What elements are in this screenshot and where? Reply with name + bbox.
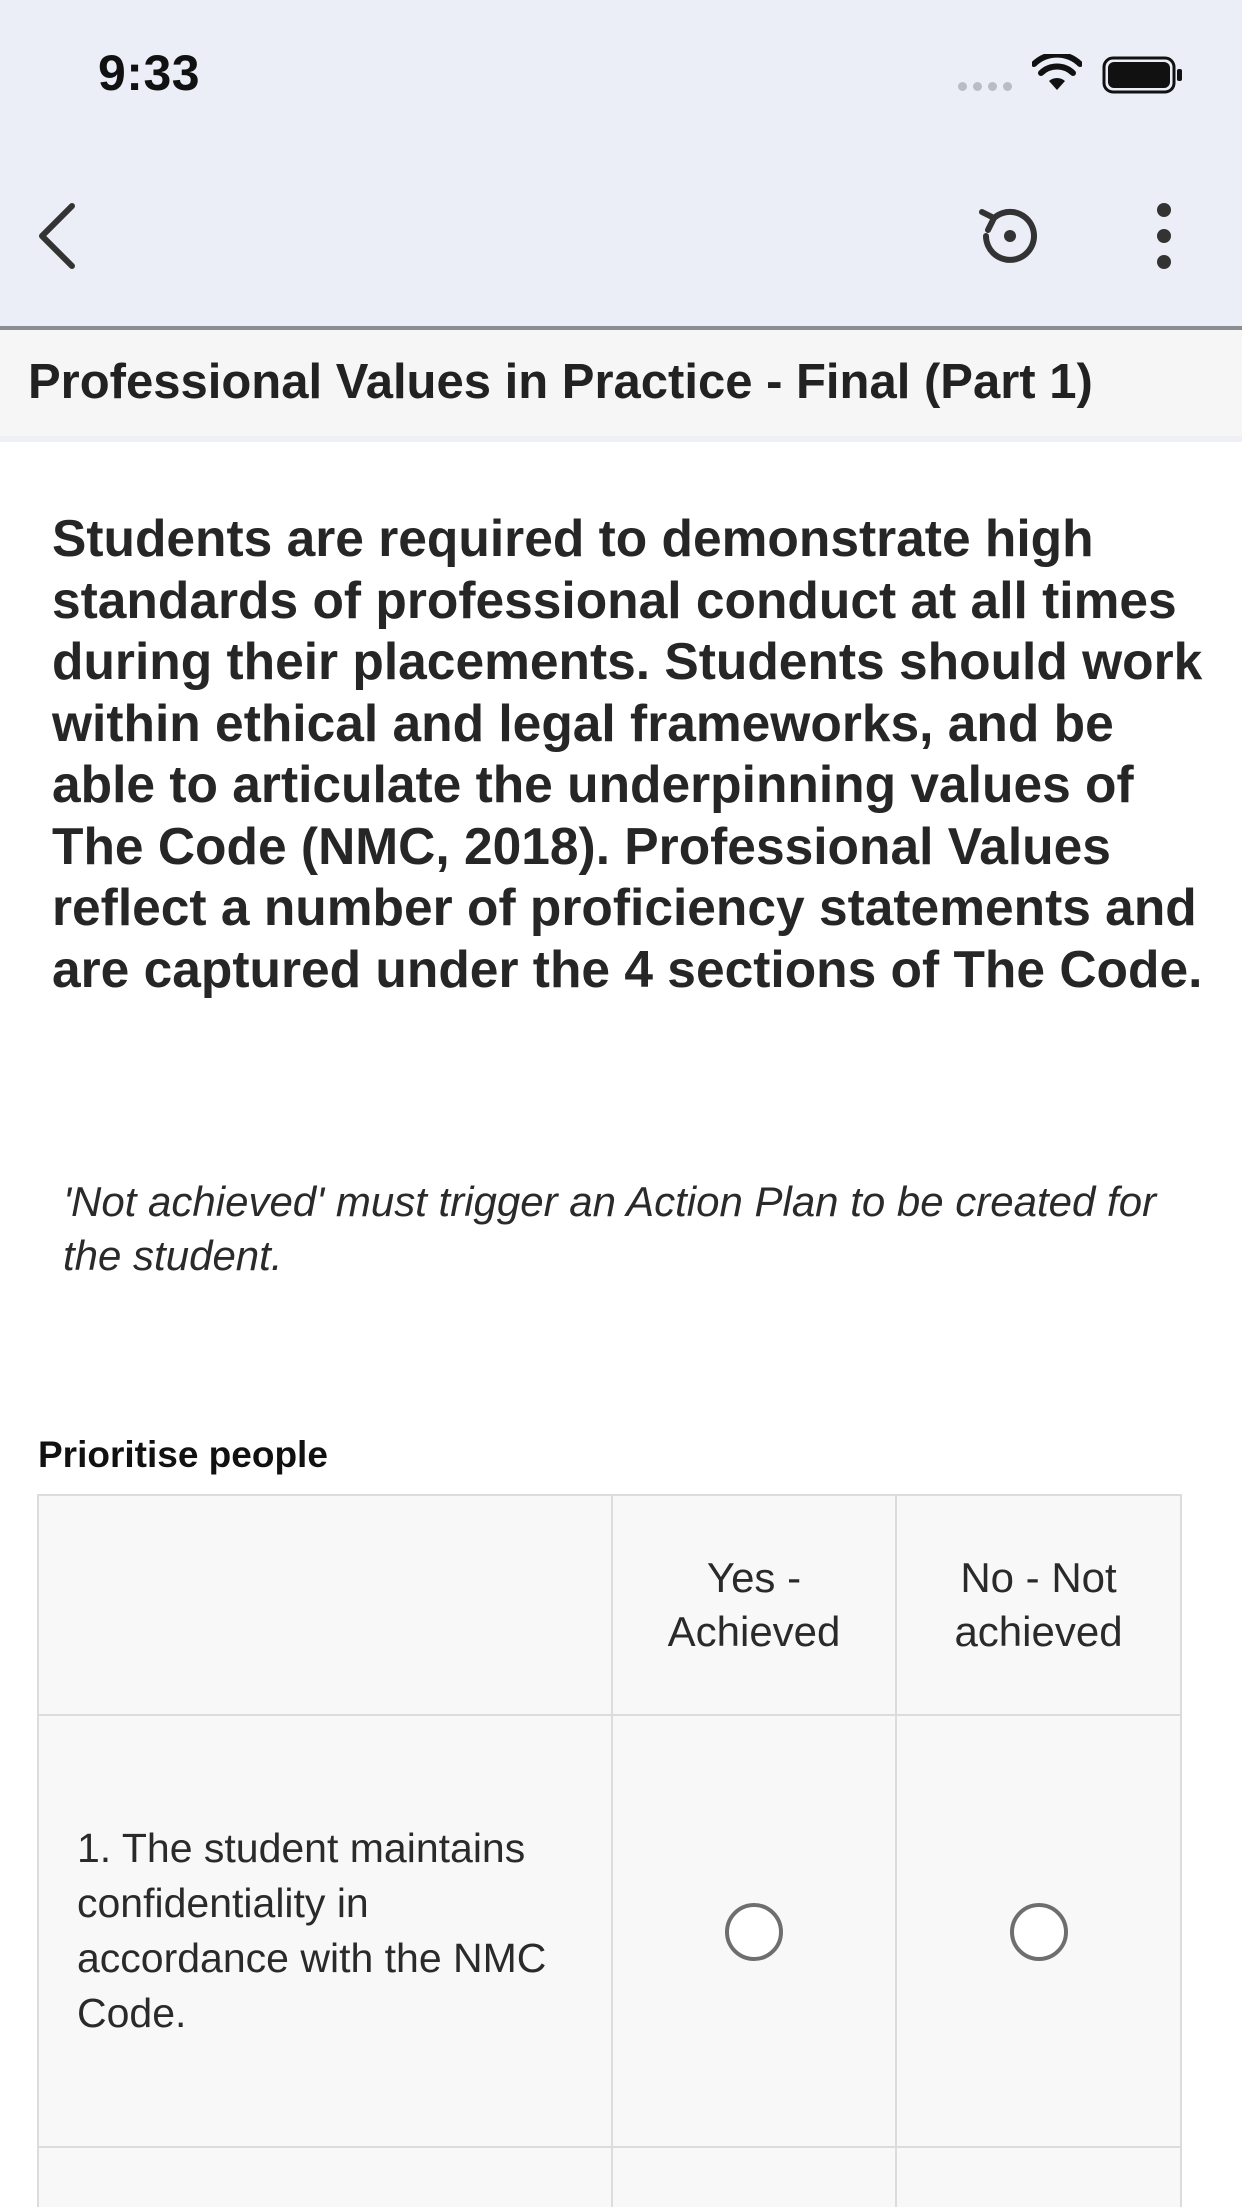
action-plan-note: 'Not achieved' must trigger an Action Pl…	[63, 1178, 1157, 1279]
no-cell	[895, 1714, 1182, 2148]
yes-cell	[611, 1714, 897, 2148]
statement-text: 1. The student maintains confidentiality…	[37, 1714, 613, 2148]
section-title: Professional Values in Practice - Final …	[28, 355, 1093, 409]
group-label: Prioritise people	[38, 1434, 328, 1475]
assessment-table: Yes - Achieved No - Not achieved 1. The …	[37, 1494, 1182, 2207]
battery-icon	[1102, 56, 1182, 94]
next-yes-cell	[611, 2146, 897, 2207]
more-vert-icon[interactable]	[1136, 200, 1192, 272]
next-no-cell	[895, 2146, 1182, 2207]
column-header-yes: Yes - Achieved	[611, 1494, 897, 1716]
screen: 9:33 Professional Values in Practice - F…	[0, 0, 1242, 2208]
status-time: 9:33	[98, 45, 201, 101]
header-empty-cell	[37, 1494, 613, 1716]
history-icon[interactable]	[972, 200, 1044, 272]
next-statement-cell	[37, 2146, 613, 2207]
no-not-achieved-radio[interactable]	[1009, 1902, 1068, 1961]
table-header-row: Yes - Achieved No - Not achieved	[37, 1494, 1182, 1716]
column-header-no: No - Not achieved	[895, 1494, 1182, 1716]
table-row: 1. The student maintains confidentiality…	[37, 1714, 1182, 2148]
top-bar: 9:33	[0, 0, 1242, 326]
table-row-partial	[37, 2146, 1182, 2207]
section-header: Professional Values in Practice - Final …	[0, 330, 1242, 442]
signal-dots-icon	[958, 82, 1012, 91]
wifi-icon	[1032, 54, 1082, 90]
back-chevron-icon[interactable]	[30, 196, 86, 276]
yes-achieved-radio[interactable]	[725, 1902, 783, 1961]
intro-text: Students are required to demonstrate hig…	[52, 509, 1203, 998]
